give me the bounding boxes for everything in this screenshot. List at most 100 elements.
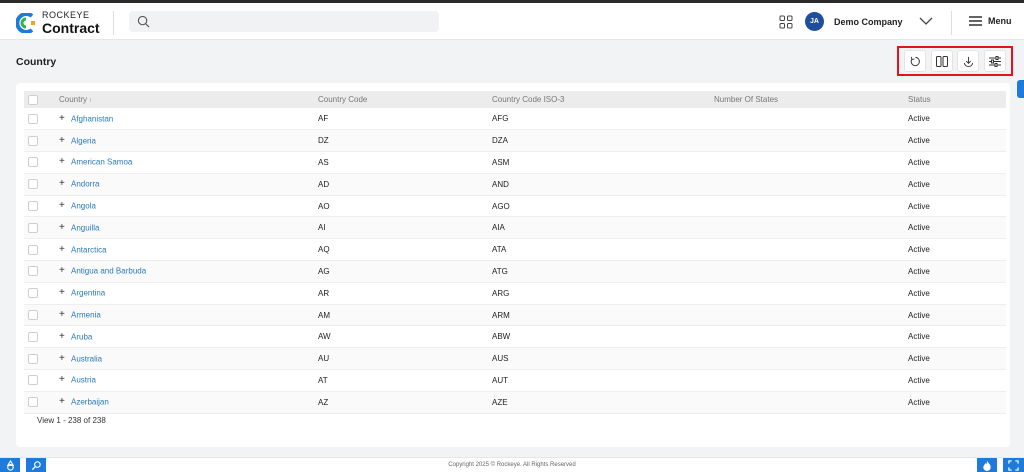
app-logo[interactable]: ROCKEYE Contract: [16, 8, 126, 38]
row-checkbox[interactable]: [28, 288, 38, 299]
table-row[interactable]: + Aruba AW ABW Active: [24, 326, 1006, 348]
country-code-cell: AM: [318, 310, 330, 320]
user-avatar[interactable]: JA: [805, 12, 824, 31]
row-checkbox[interactable]: [28, 397, 38, 408]
number-of-states-cell: [714, 173, 908, 195]
table-body: + Afghanistan AF AFG Active + Algeria DZ DZA Acti…: [24, 108, 1006, 414]
column-header-country[interactable]: Country ↑: [59, 91, 318, 108]
iso3-cell: ATA: [492, 245, 507, 255]
expand-row-icon[interactable]: +: [59, 266, 67, 276]
number-of-states-cell: [714, 282, 908, 304]
expand-row-icon[interactable]: +: [59, 113, 67, 124]
country-code-cell: AT: [318, 375, 328, 385]
row-checkbox[interactable]: [28, 135, 38, 146]
number-of-states-cell: [714, 391, 908, 413]
company-name[interactable]: Demo Company: [834, 17, 903, 27]
country-name-link[interactable]: Algeria: [71, 136, 96, 145]
row-checkbox[interactable]: [28, 222, 38, 233]
expand-row-icon[interactable]: +: [59, 179, 67, 189]
country-name-link[interactable]: Afghanistan: [71, 114, 113, 123]
table-row[interactable]: + Austria AT AUT Active: [24, 370, 1006, 392]
refresh-button[interactable]: [904, 50, 927, 72]
columns-button[interactable]: [930, 50, 953, 72]
side-panel-handle[interactable]: [1017, 80, 1024, 98]
iso3-cell: ABW: [492, 332, 511, 342]
expand-row-icon[interactable]: +: [59, 397, 67, 407]
row-checkbox[interactable]: [28, 113, 38, 124]
expand-row-icon[interactable]: +: [59, 201, 67, 211]
row-checkbox[interactable]: [28, 353, 38, 364]
country-name-link[interactable]: Antigua and Barbuda: [71, 267, 146, 276]
table-row[interactable]: + Angola AO AGO Active: [24, 195, 1006, 217]
country-code-cell: DZ: [318, 136, 329, 146]
expand-row-icon[interactable]: +: [59, 288, 67, 298]
column-header-iso3[interactable]: Country Code ISO-3: [492, 91, 714, 108]
select-all-checkbox[interactable]: [28, 94, 38, 105]
country-code-cell: AO: [318, 201, 330, 211]
expand-row-icon[interactable]: +: [59, 157, 67, 167]
table-row[interactable]: + Algeria DZ DZA Active: [24, 129, 1006, 152]
download-icon: [963, 56, 973, 67]
expand-row-icon[interactable]: +: [59, 135, 67, 146]
apps-grid-icon[interactable]: [779, 15, 793, 29]
number-of-states-cell: [714, 217, 908, 239]
search-input[interactable]: [129, 11, 439, 32]
table-row[interactable]: + Australia AU AUS Active: [24, 347, 1006, 370]
expand-row-icon[interactable]: +: [59, 222, 67, 233]
country-name-link[interactable]: Azerbaijan: [71, 398, 109, 407]
row-checkbox[interactable]: [28, 266, 38, 277]
status-cell: Active: [908, 245, 930, 255]
table-row[interactable]: + Antarctica AQ ATA Active: [24, 239, 1006, 261]
country-name-link[interactable]: Antarctica: [71, 245, 107, 254]
row-checkbox[interactable]: [28, 331, 38, 342]
row-checkbox[interactable]: [28, 179, 38, 190]
table-row[interactable]: + Armenia AM ARM Active: [24, 304, 1006, 326]
row-checkbox[interactable]: [28, 375, 38, 386]
country-code-cell: AS: [318, 157, 329, 167]
country-code-cell: AW: [318, 332, 331, 342]
expand-row-icon[interactable]: +: [59, 244, 67, 255]
country-name-link[interactable]: Australia: [71, 354, 102, 363]
table-row[interactable]: + Azerbaijan AZ AZE Active: [24, 391, 1006, 414]
pager-info: View 1 - 238 of 238: [37, 416, 106, 425]
status-cell: Active: [908, 397, 930, 407]
status-cell: Active: [908, 179, 930, 189]
filter-settings-button[interactable]: [983, 50, 1006, 72]
country-name-link[interactable]: Andorra: [71, 180, 99, 189]
row-checkbox[interactable]: [28, 310, 38, 321]
fullscreen-button[interactable]: [1003, 458, 1024, 472]
country-name-link[interactable]: Anguilla: [71, 223, 99, 232]
iso3-cell: AUT: [492, 375, 508, 385]
table-row[interactable]: + American Samoa AS ASM Active: [24, 152, 1006, 174]
column-header-number-of-states[interactable]: Number Of States: [714, 91, 908, 108]
row-checkbox[interactable]: [28, 201, 38, 212]
country-name-link[interactable]: Armenia: [71, 311, 101, 320]
country-name-link[interactable]: Aruba: [71, 332, 92, 341]
expand-row-icon[interactable]: +: [59, 353, 67, 364]
expand-row-icon[interactable]: +: [59, 331, 67, 342]
table-row[interactable]: + Afghanistan AF AFG Active: [24, 108, 1006, 130]
expand-row-icon[interactable]: +: [59, 310, 67, 320]
country-code-cell: AU: [318, 354, 330, 364]
chevron-down-icon[interactable]: [918, 15, 934, 27]
country-name-link[interactable]: Austria: [71, 376, 96, 385]
menu-button[interactable]: Menu: [969, 16, 1012, 26]
download-button[interactable]: [957, 50, 980, 72]
country-name-link[interactable]: American Samoa: [71, 158, 132, 167]
row-checkbox[interactable]: [28, 157, 38, 168]
column-header-status[interactable]: Status: [908, 91, 1006, 108]
header-divider: [113, 11, 114, 35]
country-name-link[interactable]: Angola: [71, 202, 96, 211]
iso3-cell: ARG: [492, 288, 510, 298]
country-name-link[interactable]: Argentina: [71, 289, 105, 298]
table-row[interactable]: + Antigua and Barbuda AG ATG Active: [24, 260, 1006, 283]
table-row[interactable]: + Andorra AD AND Active: [24, 173, 1006, 196]
column-header-country-code[interactable]: Country Code: [318, 91, 492, 108]
number-of-states-cell: [714, 370, 908, 392]
expand-row-icon[interactable]: +: [59, 375, 67, 385]
fire-button[interactable]: [977, 458, 997, 472]
page-title: Country: [16, 56, 57, 68]
table-row[interactable]: + Anguilla AI AIA Active: [24, 216, 1006, 239]
table-row[interactable]: + Argentina AR ARG Active: [24, 282, 1006, 305]
row-checkbox[interactable]: [28, 244, 38, 255]
